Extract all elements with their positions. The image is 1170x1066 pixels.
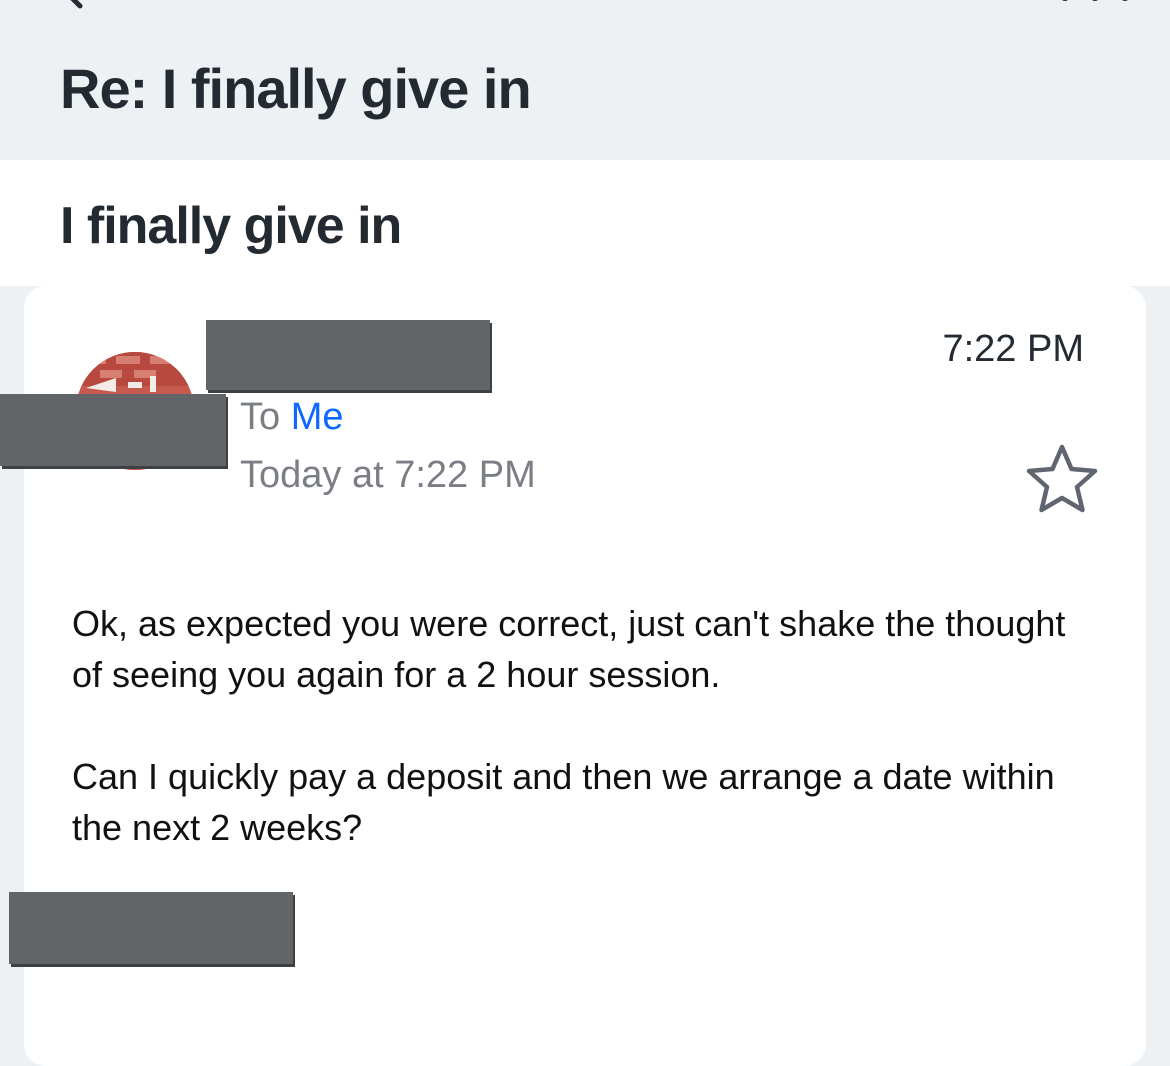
body-paragraph: Ok, as expected you were correct, just c… <box>72 603 1066 695</box>
recipient-prefix: To <box>240 396 281 438</box>
body-paragraph: Can I quickly pay a deposit and then we … <box>72 756 1055 848</box>
message-date: Today at 7:22 PM <box>240 454 536 496</box>
message-subject: I finally give in <box>60 197 402 255</box>
recipient-line: To Me <box>240 396 344 439</box>
chevron-left-icon[interactable] <box>52 0 92 10</box>
recipient-link[interactable]: Me <box>291 396 344 438</box>
message-body: Ok, as expected you were correct, just c… <box>72 598 1092 904</box>
more-horizontal-icon[interactable] <box>1050 0 1140 6</box>
message-card[interactable]: 7:22 PM To Me Today at 7:22 PM Ok, as ex… <box>0 286 1146 1066</box>
redacted-signature <box>9 892 293 964</box>
redacted-sender-address <box>0 394 226 466</box>
top-navigation-bar: Re: I finally give in <box>0 0 1170 160</box>
thread-title: Re: I finally give in <box>60 57 532 120</box>
star-outline-icon[interactable] <box>1024 442 1100 514</box>
subject-header: I finally give in <box>0 160 1170 286</box>
redacted-sender-name <box>206 320 490 390</box>
message-time: 7:22 PM <box>942 328 1084 370</box>
